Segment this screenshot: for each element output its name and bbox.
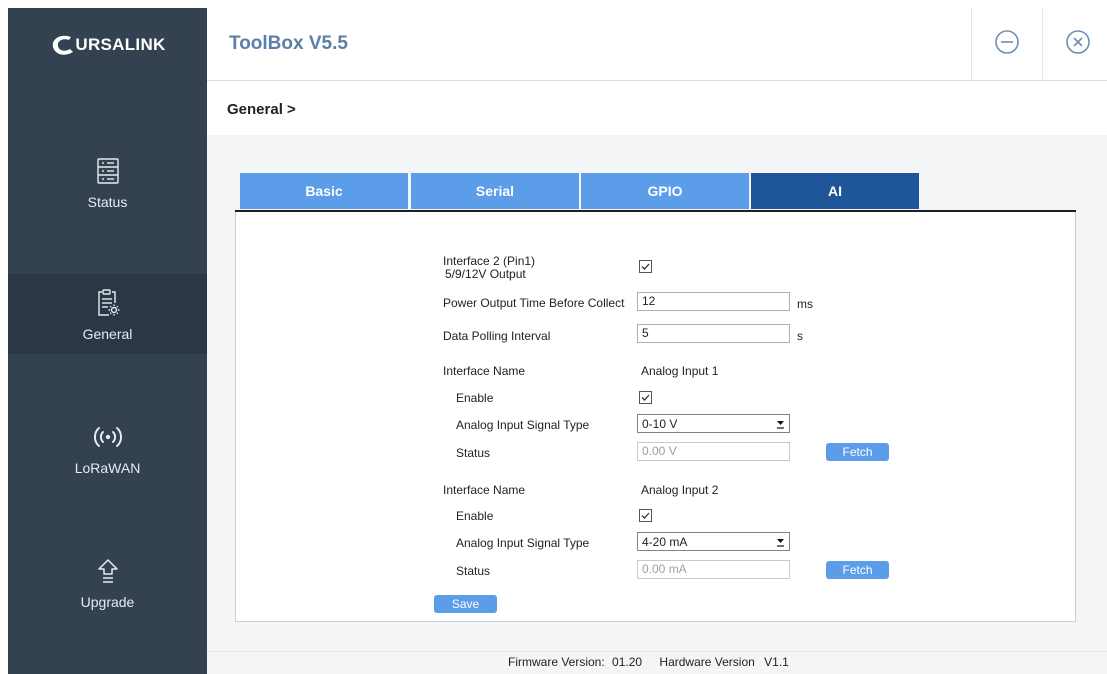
analog-input-2-fetch-button[interactable]: Fetch — [826, 561, 889, 579]
close-icon — [1065, 29, 1091, 60]
enable-label: Enable — [456, 509, 494, 523]
header: ToolBox V5.5 — [207, 8, 1107, 81]
tab-serial[interactable]: Serial — [411, 173, 579, 209]
firmware-version-label: Firmware Version: — [508, 655, 605, 669]
power-output-input[interactable]: 12 — [637, 292, 790, 311]
status-label: Status — [456, 446, 491, 460]
interface-name-label: Interface Name — [443, 364, 526, 378]
app-window: URSALINK Status General LoRaWAN Upgrade … — [0, 0, 1107, 674]
analog-input-2-status-field: 0.00 mA — [637, 560, 790, 579]
upload-arrow-icon — [97, 554, 119, 588]
hardware-version-label: Hardware Version — [659, 655, 755, 669]
interface-name-value: Analog Input 1 — [641, 364, 719, 378]
interface2-checkbox[interactable] — [639, 260, 652, 273]
save-button[interactable]: Save — [434, 595, 497, 613]
analog-input-2-enable-checkbox[interactable] — [639, 509, 652, 522]
ursalink-logo-icon — [49, 33, 75, 57]
firmware-version-value: 01.20 — [612, 655, 643, 669]
polling-interval-unit: s — [797, 329, 803, 343]
sidebar: URSALINK Status General LoRaWAN Upgrade — [8, 8, 207, 674]
minimize-button[interactable] — [971, 8, 1042, 80]
interface2-label-line2: 5/9/12V Output — [445, 267, 526, 281]
interface-name-label: Interface Name — [443, 483, 526, 497]
analog-input-1-status-field: 0.00 V — [637, 442, 790, 461]
analog-input-1-enable-checkbox[interactable] — [639, 391, 652, 404]
select-value: 4-20 mA — [642, 535, 688, 549]
status-label: Status — [456, 564, 491, 578]
breadcrumb: General > — [227, 101, 296, 118]
enable-label: Enable — [456, 391, 494, 405]
close-button[interactable] — [1042, 8, 1107, 80]
server-icon — [96, 154, 119, 188]
dropdown-arrow-icon — [777, 539, 784, 547]
brand-logo-text: URSALINK — [75, 34, 166, 54]
interface-name-value: Analog Input 2 — [641, 483, 719, 497]
analog-input-1-fetch-button[interactable]: Fetch — [826, 443, 889, 461]
sidebar-item-lorawan[interactable]: LoRaWAN — [8, 408, 207, 488]
sidebar-item-label: Upgrade — [80, 594, 135, 610]
sidebar-item-label: General — [82, 326, 133, 342]
polling-interval-input[interactable]: 5 — [637, 324, 790, 343]
document-gear-icon — [96, 286, 120, 320]
power-output-label: Power Output Time Before Collect — [443, 296, 625, 310]
app-title: ToolBox V5.5 — [229, 33, 348, 54]
signal-type-label: Analog Input Signal Type — [456, 536, 590, 550]
power-output-unit: ms — [797, 297, 813, 311]
tab-basic[interactable]: Basic — [240, 173, 408, 209]
wireless-icon — [93, 420, 123, 454]
tab-ai[interactable]: AI — [751, 173, 919, 209]
sidebar-item-label: LoRaWAN — [74, 460, 141, 476]
interface2-label: Interface 2 (Pin1) 5/9/12V Output — [443, 255, 535, 281]
select-value: 0-10 V — [642, 417, 678, 431]
polling-interval-label: Data Polling Interval — [443, 329, 551, 343]
tab-gpio[interactable]: GPIO — [581, 173, 749, 209]
sidebar-item-status[interactable]: Status — [8, 142, 207, 222]
dropdown-arrow-icon — [777, 421, 784, 429]
signal-type-label: Analog Input Signal Type — [456, 418, 590, 432]
sidebar-item-upgrade[interactable]: Upgrade — [8, 542, 207, 622]
analog-input-2-signal-type-select[interactable]: 4-20 mA — [637, 532, 790, 551]
hardware-version-value: V1.1 — [764, 655, 789, 669]
footer-versions: Firmware Version: 01.20 Hardware Version… — [508, 655, 789, 669]
brand-logo: URSALINK — [8, 8, 207, 81]
analog-input-1-signal-type-select[interactable]: 0-10 V — [637, 414, 790, 433]
sidebar-item-general[interactable]: General — [8, 274, 207, 354]
sidebar-item-label: Status — [87, 194, 128, 210]
minimize-icon — [994, 29, 1020, 60]
